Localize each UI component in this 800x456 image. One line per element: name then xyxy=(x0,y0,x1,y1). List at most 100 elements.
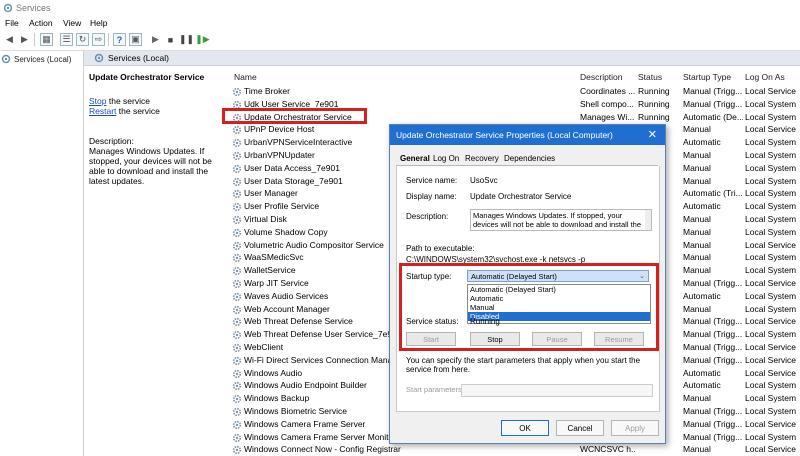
stop-service-icon[interactable]: ■ xyxy=(164,33,177,46)
description-field[interactable]: Manages Windows Updates. If stopped, you… xyxy=(470,209,652,231)
service-logon-cell: Local System xyxy=(745,150,797,160)
service-gear-icon xyxy=(232,305,242,314)
service-gear-icon xyxy=(232,241,242,250)
dialog-title: Update Orchestrator Service Properties (… xyxy=(396,130,613,140)
window-title: Services xyxy=(16,3,51,13)
column-header-name[interactable]: Name xyxy=(234,72,257,82)
service-logon-cell: Local Service xyxy=(745,316,797,327)
service-gear-icon xyxy=(232,395,242,404)
service-name-cell: UPnP Device Host xyxy=(244,124,315,135)
column-header-description[interactable]: Description xyxy=(580,72,623,82)
toolbar: ◀ ▶ ▦ ☰ ↻ ⇨ ? ▣ ▶ ■ ❚❚ ❚▶ xyxy=(0,30,800,51)
tree-item-services-local[interactable]: Services (Local) xyxy=(1,53,71,65)
service-gear-icon xyxy=(232,318,242,327)
table-row[interactable]: Time Broker Coordinates ... Running Manual … xyxy=(228,85,800,98)
dialog-title-bar: Update Orchestrator Service Properties (… xyxy=(390,125,665,145)
service-name-cell: Web Threat Defense Service xyxy=(244,316,353,327)
table-row[interactable]: Windows Connect Now - Config Registrar WC… xyxy=(228,443,800,456)
service-startup-cell: Manual xyxy=(683,393,711,404)
service-startup-cell: Automatic (Tri... xyxy=(683,188,743,199)
toolbar-separator xyxy=(34,33,35,46)
display-name-value: Update Orchestrator Service xyxy=(470,192,572,201)
service-logon-cell: Local Service xyxy=(745,354,797,365)
services-gear-icon xyxy=(3,3,13,13)
column-header-startup-type[interactable]: Startup Type xyxy=(683,72,731,82)
description-pane: Update Orchestrator Service Stop the ser… xyxy=(85,66,227,456)
service-logon-cell: Local System xyxy=(745,431,797,442)
help-icon[interactable]: ? xyxy=(113,33,126,46)
service-gear-icon xyxy=(232,279,242,289)
service-name-cell: Time Broker xyxy=(244,86,290,96)
service-logon-cell: Local System xyxy=(745,226,797,237)
service-logon-cell: Local Service xyxy=(745,278,797,288)
menu-file[interactable]: File xyxy=(5,18,19,28)
start-params-input[interactable] xyxy=(461,384,653,397)
console-icon[interactable]: ▣ xyxy=(129,33,142,46)
menu-view[interactable]: View xyxy=(63,18,81,28)
service-name-cell: User Manager xyxy=(244,188,298,199)
service-name-cell: Wi-Fi Direct Services Connection Manage xyxy=(244,354,402,365)
forward-arrow-icon[interactable]: ▶ xyxy=(18,33,31,46)
pause-service-icon[interactable]: ❚❚ xyxy=(179,33,194,46)
tab-general[interactable]: General xyxy=(400,154,430,163)
service-name-cell: Windows Audio Endpoint Builder xyxy=(244,380,367,391)
service-gear-icon xyxy=(232,190,242,199)
service-logon-cell: Local Service xyxy=(745,124,797,135)
services-gear-icon xyxy=(1,54,11,64)
service-name-cell: WalletService xyxy=(244,265,296,276)
service-gear-icon xyxy=(232,87,242,97)
service-startup-cell: Manual (Trigg... xyxy=(683,278,743,288)
service-gear-icon xyxy=(232,203,242,212)
service-gear-icon xyxy=(232,151,242,161)
service-logon-cell: Local System xyxy=(745,380,797,391)
service-logon-cell: Local System xyxy=(745,188,797,199)
start-service-icon[interactable]: ▶ xyxy=(149,33,162,46)
selected-service-name: Update Orchestrator Service xyxy=(89,72,205,82)
service-startup-cell: Manual (Trigg... xyxy=(683,431,743,442)
service-gear-icon xyxy=(232,369,242,378)
stop-service-link[interactable]: Stop xyxy=(89,96,107,106)
description-scrollbar[interactable] xyxy=(645,210,651,230)
service-startup-cell: Automatic xyxy=(683,290,721,301)
properties-icon[interactable]: ☰ xyxy=(60,33,73,46)
service-gear-icon xyxy=(232,164,242,173)
service-name-cell: Waves Audio Services xyxy=(244,290,329,301)
menu-action[interactable]: Action xyxy=(29,18,53,28)
apply-button[interactable]: Apply xyxy=(611,420,659,436)
ok-button[interactable]: OK xyxy=(501,420,549,436)
column-header-log-on-as[interactable]: Log On As xyxy=(745,72,785,82)
service-startup-cell: Manual xyxy=(683,150,711,160)
service-logon-cell: Local System xyxy=(745,98,797,109)
menu-help[interactable]: Help xyxy=(90,18,107,28)
description-label: Description: xyxy=(89,136,134,146)
toolbar-separator xyxy=(108,33,109,46)
service-startup-cell: Automatic xyxy=(683,380,721,391)
service-gear-icon xyxy=(232,382,242,391)
export-list-icon[interactable]: ⇨ xyxy=(92,33,105,46)
column-header-status[interactable]: Status xyxy=(638,72,662,82)
service-logon-cell: Local System xyxy=(745,137,797,148)
service-logon-cell: Local System xyxy=(745,175,797,186)
tab-recovery[interactable]: Recovery xyxy=(465,154,499,163)
service-name-cell: User Data Storage_7e901 xyxy=(244,175,343,186)
service-startup-cell: Manual (Trigg... xyxy=(683,329,743,340)
tab-dependencies[interactable]: Dependencies xyxy=(504,154,555,163)
service-description-cell: Coordinates ... xyxy=(580,86,636,96)
show-hide-tree-icon[interactable]: ▦ xyxy=(40,33,53,46)
restart-service-link[interactable]: Restart xyxy=(89,106,116,116)
service-name-cell: User Data Access_7e901 xyxy=(244,162,340,173)
cancel-button[interactable]: Cancel xyxy=(556,420,604,436)
refresh-icon[interactable]: ↻ xyxy=(76,33,89,46)
service-logon-cell: Local Service xyxy=(745,418,797,429)
service-logon-cell: Local System xyxy=(745,111,797,122)
back-arrow-icon[interactable]: ◀ xyxy=(3,33,16,46)
service-logon-cell: Local System xyxy=(745,214,797,224)
service-startup-cell: Manual xyxy=(683,303,711,314)
tab-log-on[interactable]: Log On xyxy=(433,154,459,163)
service-logon-cell: Local System xyxy=(745,201,797,212)
highlight-box-selected-service xyxy=(222,108,367,124)
service-gear-icon xyxy=(232,254,242,263)
close-icon[interactable]: ✕ xyxy=(648,128,657,141)
highlight-box-startup-type xyxy=(399,263,659,351)
restart-service-icon[interactable]: ❚▶ xyxy=(195,33,209,46)
